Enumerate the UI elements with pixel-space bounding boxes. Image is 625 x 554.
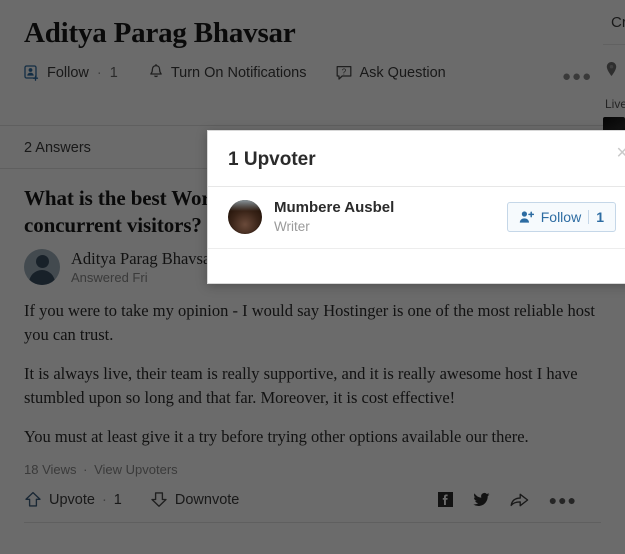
upvoter-info: Mumbere Ausbel Writer [274, 199, 507, 234]
person-plus-icon [519, 210, 534, 224]
modal-title: 1 Upvoter [228, 149, 316, 170]
list-item: Mumbere Ausbel Writer Follow 1 [208, 187, 625, 249]
follow-button-divider [588, 209, 590, 224]
follow-button[interactable]: Follow 1 [506, 201, 616, 232]
close-icon[interactable]: × [616, 143, 625, 163]
follow-button-label: Follow [540, 208, 582, 225]
modal-footer [208, 249, 625, 283]
modal-header: 1 Upvoter × [208, 131, 625, 187]
upvoter-subtitle: Writer [274, 219, 310, 234]
upvoters-modal: 1 Upvoter × Mumbere Ausbel Writer Follow… [207, 130, 625, 284]
follow-button-count: 1 [596, 208, 604, 225]
upvoter-name[interactable]: Mumbere Ausbel [274, 199, 507, 217]
avatar[interactable] [228, 199, 262, 234]
